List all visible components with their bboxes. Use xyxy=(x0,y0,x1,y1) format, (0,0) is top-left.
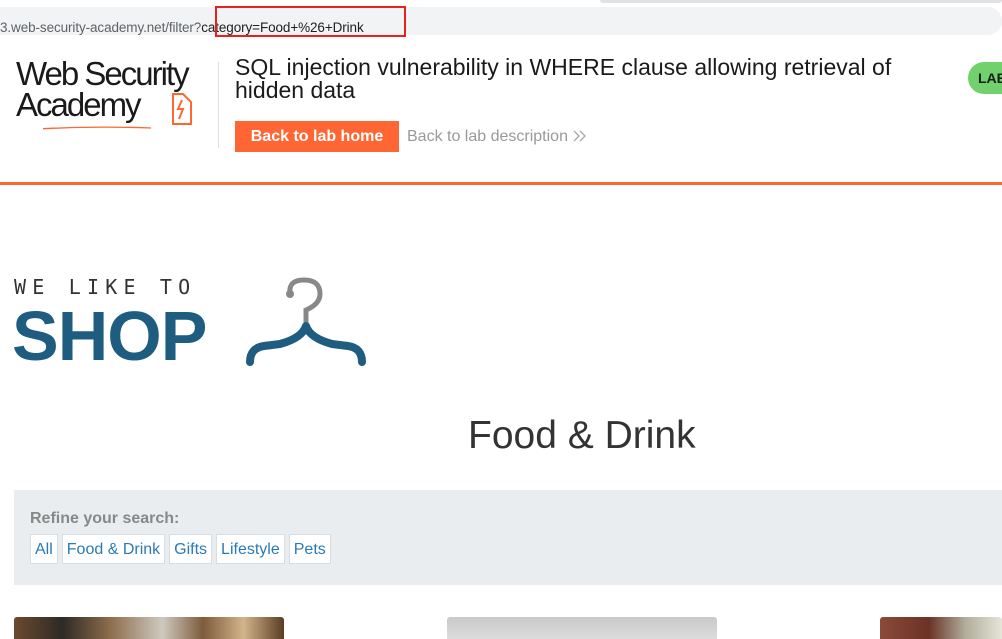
address-field[interactable]: 3.web-security-academy.net/filter?catego… xyxy=(0,7,1002,35)
logo-flash-icon xyxy=(172,93,192,125)
product-image[interactable] xyxy=(14,617,284,639)
logo-underline-icon xyxy=(42,126,152,130)
header-accent-line xyxy=(0,182,1002,185)
logo-line-1: Web Security xyxy=(16,55,190,92)
shop-tagline: WE LIKE TO xyxy=(14,275,197,299)
product-image[interactable] xyxy=(880,617,1002,639)
header-divider xyxy=(218,62,219,148)
filter-link-pets[interactable]: Pets xyxy=(288,534,331,564)
url-base: 3.web-security-academy.net/filter? xyxy=(0,20,202,35)
shop-brand[interactable]: SHOP xyxy=(12,300,207,372)
browser-toolbar: 3.web-security-academy.net/filter?catego… xyxy=(0,0,1002,41)
lab-title: SQL injection vulnerability in WHERE cla… xyxy=(235,54,892,103)
lab-status-badge: LAB xyxy=(968,62,1002,94)
clothes-hanger-icon xyxy=(246,277,366,366)
category-heading: Food & Drink xyxy=(468,414,696,457)
filter-link-all[interactable]: All xyxy=(30,534,58,564)
back-to-lab-description-label: Back to lab description xyxy=(407,128,568,145)
filter-link-food-drink[interactable]: Food & Drink xyxy=(61,534,166,564)
category-filter-list: All Food & Drink Gifts Lifestyle Pets xyxy=(30,534,331,564)
double-chevron-right-icon xyxy=(573,130,587,142)
logo-line-2: Academy xyxy=(16,86,142,123)
url-query-highlight-box xyxy=(215,6,406,37)
back-to-lab-home-button[interactable]: Back to lab home xyxy=(235,121,399,152)
back-to-lab-description-link[interactable]: Back to lab description xyxy=(407,128,588,146)
filter-link-gifts[interactable]: Gifts xyxy=(169,534,213,564)
filter-link-lifestyle[interactable]: Lifestyle xyxy=(216,534,285,564)
product-image[interactable] xyxy=(447,617,717,639)
refine-search-label: Refine your search: xyxy=(30,510,180,527)
academy-logo[interactable]: Web Security Academy xyxy=(16,55,192,130)
